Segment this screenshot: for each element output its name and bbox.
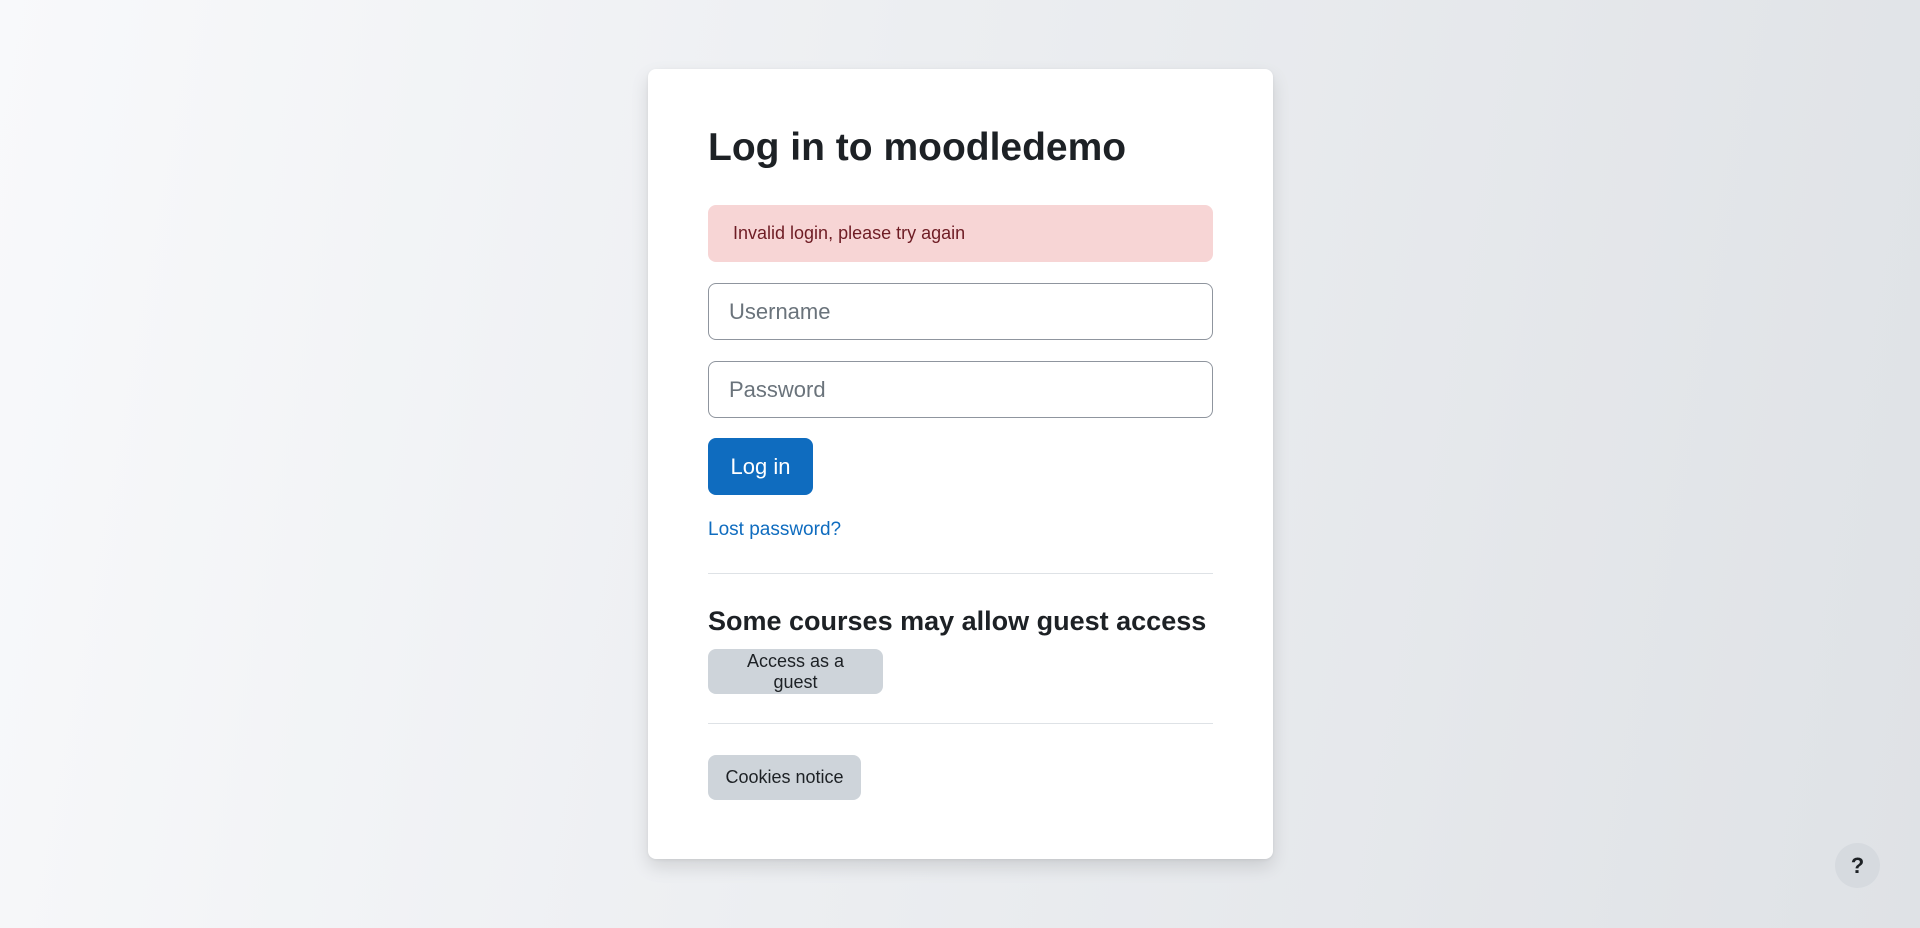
login-button[interactable]: Log in [708, 438, 813, 495]
lost-password-link[interactable]: Lost password? [708, 519, 841, 541]
guest-access-heading: Some courses may allow guest access [708, 606, 1207, 636]
password-input[interactable] [708, 361, 1213, 418]
login-card: Log in to moodledemo Invalid login, plea… [648, 69, 1273, 859]
question-mark-icon: ? [1850, 852, 1865, 878]
username-input[interactable] [708, 283, 1213, 340]
page-title: Log in to moodledemo [708, 126, 1127, 169]
help-button[interactable]: ? [1835, 843, 1880, 888]
error-message: Invalid login, please try again [733, 223, 966, 243]
error-alert: Invalid login, please try again [708, 205, 1213, 262]
divider [708, 573, 1213, 574]
divider [708, 723, 1213, 724]
cookies-notice-button[interactable]: Cookies notice [708, 755, 861, 800]
access-as-guest-button[interactable]: Access as a guest [708, 649, 883, 694]
